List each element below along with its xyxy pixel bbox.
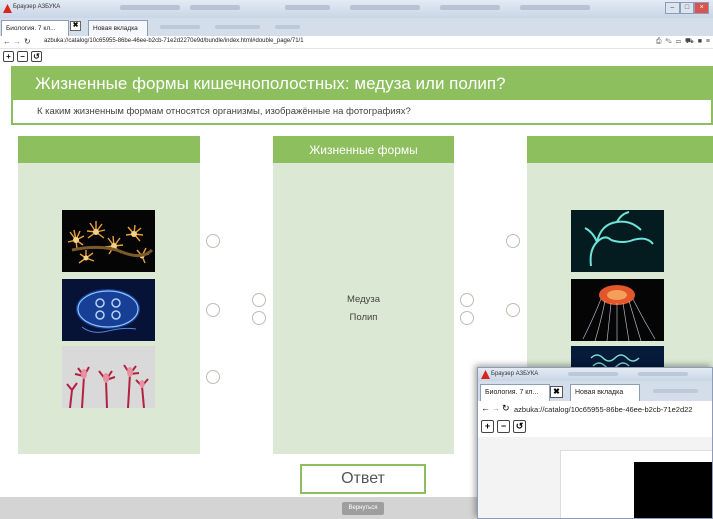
zoom-reset-button[interactable]: ↺: [31, 51, 42, 62]
photo-moon-jellyfish[interactable]: [62, 279, 155, 341]
second-window-titlebar: Браузер АЗБУКА: [478, 368, 712, 381]
radio-photo-4[interactable]: [506, 234, 520, 248]
blurred-title-area: [520, 5, 590, 10]
close-tab-icon[interactable]: ✖: [70, 21, 81, 31]
second-window-title: Браузер АЗБУКА: [491, 371, 539, 377]
photo-hydra[interactable]: [571, 210, 664, 272]
second-tab-biology[interactable]: Биология. 7 кл...: [480, 384, 550, 401]
tab-label: Новая вкладка: [575, 389, 624, 396]
blurred-title-area: [568, 372, 618, 376]
forward-arrow-icon[interactable]: →: [13, 37, 21, 47]
photo-hydroid-polyps[interactable]: [62, 346, 155, 408]
back-button[interactable]: Вернуться: [342, 502, 384, 515]
zoom-in-button[interactable]: +: [3, 51, 14, 62]
photo-hydra-image: [571, 210, 664, 272]
exercise-title: Жизненные формы кишечнополостных: медуза…: [35, 74, 506, 93]
screen: Браузер АЗБУКА – □ × Биология. 7 кл... ✖…: [0, 0, 713, 519]
left-panel-header: [18, 136, 200, 163]
second-address-bar: ← → ↻ azbuka://catalog/10c65955-86be-46e…: [478, 401, 712, 418]
zoom-in-button[interactable]: +: [481, 420, 494, 433]
reload-icon[interactable]: ↻: [502, 403, 510, 414]
photo-polyp-colony-image: [62, 210, 155, 272]
second-tab-new[interactable]: Новая вкладка: [570, 384, 640, 401]
photo-polyp-colony[interactable]: [62, 210, 155, 272]
blurred-tab-area: [275, 25, 300, 29]
tab-label: Биология. 7 кл...: [485, 389, 539, 396]
maximize-icon[interactable]: □: [679, 2, 695, 14]
blurred-tab-area: [215, 25, 260, 29]
reload-icon[interactable]: ↻: [24, 37, 31, 47]
center-panel-heading: Жизненные формы: [309, 143, 418, 157]
radio-photo-3[interactable]: [206, 370, 220, 384]
window-title: Браузер АЗБУКА: [13, 4, 61, 10]
blurred-title-area: [120, 5, 180, 10]
photo-jellyfish-tentacles[interactable]: [571, 279, 664, 341]
tab-biology[interactable]: Биология. 7 кл...: [1, 20, 69, 36]
tab-label: Биология. 7 кл...: [6, 25, 56, 32]
exercise-question: К каким жизненным формам относятся орган…: [37, 106, 411, 117]
forward-arrow-icon[interactable]: →: [491, 403, 500, 413]
radio-medusa-right[interactable]: [460, 293, 474, 307]
url-field[interactable]: azbuka://catalog/10c65955-86be-46ee-b2cb…: [44, 38, 304, 44]
second-window-dark-block: [634, 462, 712, 518]
radio-polyp-left[interactable]: [252, 311, 266, 325]
second-browser-window: Браузер АЗБУКА Биология. 7 кл... ✖ Новая…: [477, 367, 713, 519]
close-window-icon[interactable]: ×: [694, 2, 710, 14]
exercise-question-box: К каким жизненным формам относятся орган…: [11, 100, 713, 125]
address-bar: ← → ↻ azbuka://catalog/10c65955-86be-46e…: [0, 36, 713, 49]
azbuka-logo-icon: [3, 4, 12, 13]
right-panel-header: [527, 136, 713, 163]
blurred-title-area: [638, 372, 688, 376]
photo-moon-jellyfish-image: [62, 279, 155, 341]
left-photo-panel: [18, 136, 220, 454]
minimize-icon[interactable]: –: [665, 2, 680, 14]
second-window-content: [478, 437, 712, 518]
blurred-tab-area: [653, 389, 698, 393]
answer-button[interactable]: Ответ: [300, 464, 426, 494]
photo-jellyfish-tentacles-image: [571, 279, 664, 341]
zoom-reset-button[interactable]: ↺: [513, 420, 526, 433]
center-panel-header: Жизненные формы: [273, 136, 454, 163]
radio-medusa-left[interactable]: [252, 293, 266, 307]
close-tab-icon[interactable]: ✖: [550, 386, 563, 398]
option-polyp: Полип: [349, 312, 378, 323]
tab-label: Новая вкладка: [93, 25, 138, 32]
blurred-title-area: [285, 5, 330, 10]
second-url-field[interactable]: azbuka://catalog/10c65955-86be-46ee-b2cb…: [514, 405, 692, 414]
zoom-out-button[interactable]: −: [497, 420, 510, 433]
exercise-header: Жизненные формы кишечнополостных: медуза…: [11, 66, 713, 100]
blurred-title-area: [190, 5, 240, 10]
radio-photo-5[interactable]: [506, 303, 520, 317]
second-window-tab-strip: Биология. 7 кл... ✖ Новая вкладка: [478, 381, 712, 401]
blurred-title-area: [440, 5, 500, 10]
zoom-out-button[interactable]: −: [17, 51, 28, 62]
azbuka-logo-icon: [481, 370, 490, 379]
blurred-tab-area: [160, 25, 200, 29]
center-forms-panel: Жизненные формы Медуза Полип: [252, 136, 474, 454]
back-arrow-icon[interactable]: ←: [3, 37, 11, 47]
tab-new[interactable]: Новая вкладка: [88, 20, 148, 36]
back-arrow-icon[interactable]: ←: [481, 403, 490, 413]
zoom-toolbar: + − ↺: [0, 49, 713, 65]
photo-hydroid-polyps-image: [62, 346, 155, 408]
radio-photo-1[interactable]: [206, 234, 220, 248]
window-controls: – □ ×: [665, 2, 710, 14]
window-titlebar: Браузер АЗБУКА – □ ×: [0, 0, 713, 18]
radio-polyp-right[interactable]: [460, 311, 474, 325]
tab-strip: Биология. 7 кл... ✖ Новая вкладка: [0, 18, 713, 36]
option-medusa: Медуза: [346, 294, 381, 305]
browser-toolbar-icons[interactable]: ⎙ ✎ ▭ ⛟ ■ ≡: [656, 37, 711, 46]
radio-photo-2[interactable]: [206, 303, 220, 317]
blurred-title-area: [350, 5, 420, 10]
